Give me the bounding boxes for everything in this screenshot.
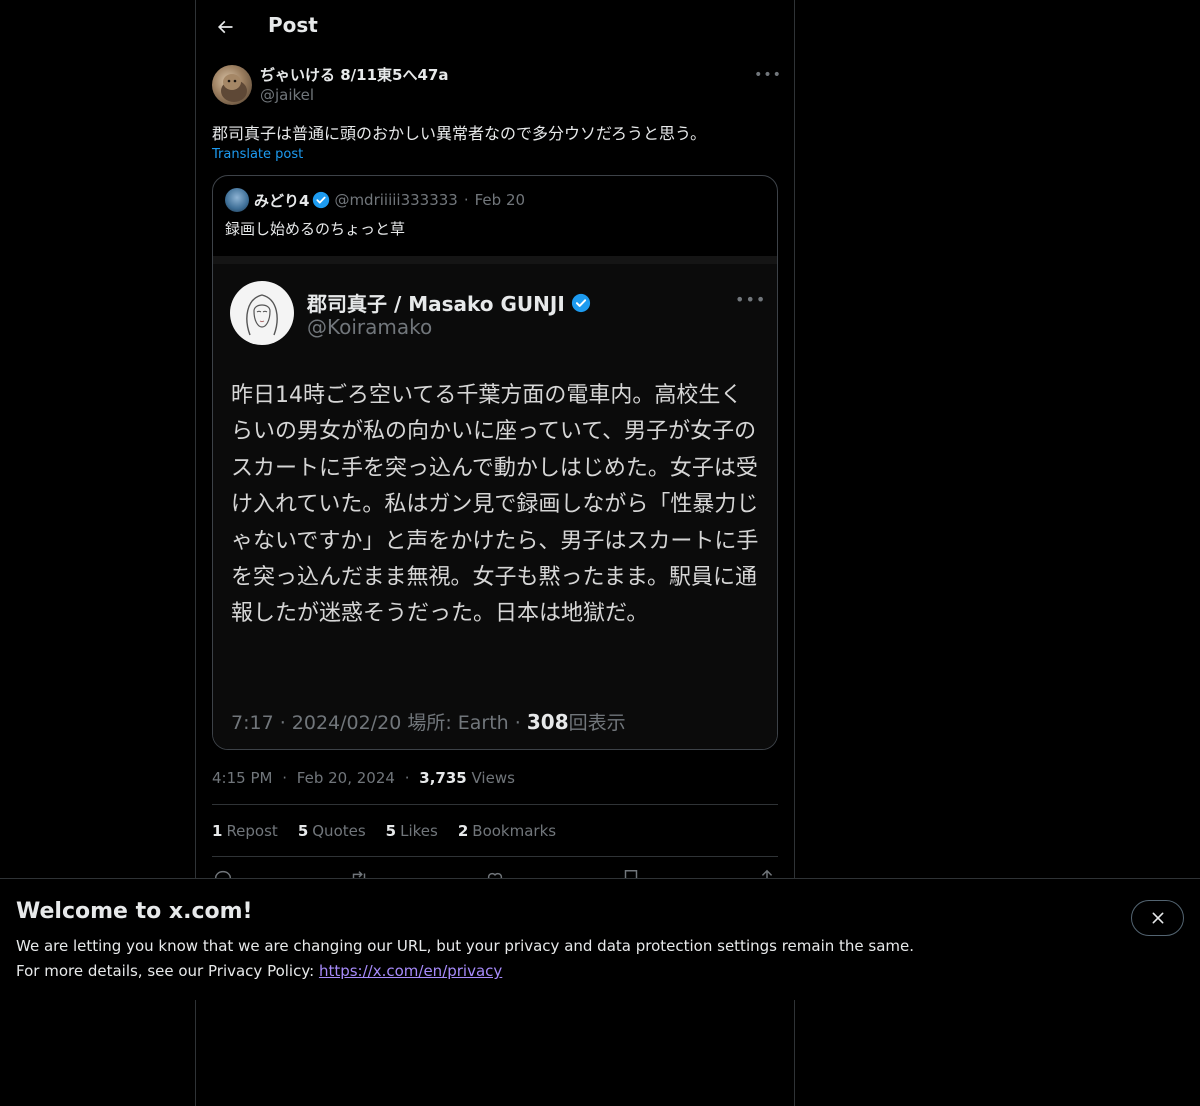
divider bbox=[212, 804, 778, 805]
views-count: 3,735 bbox=[419, 769, 467, 787]
post-date[interactable]: Feb 20, 2024 bbox=[297, 769, 395, 787]
quote-text: 録画し始めるのちょっと草 bbox=[225, 220, 406, 238]
banner-message: We are letting you know that we are chan… bbox=[16, 937, 915, 955]
banner-close-button[interactable] bbox=[1131, 900, 1184, 936]
stat-reposts[interactable]: 1 Repost bbox=[212, 822, 278, 840]
stat-quotes[interactable]: 5 Quotes bbox=[298, 822, 366, 840]
divider bbox=[212, 856, 778, 857]
embedded-screenshot-image[interactable]: 郡司真子 / Masako GUNJI @Koiramako ••• 昨日14時… bbox=[213, 256, 777, 749]
banner-title: Welcome to x.com! bbox=[16, 899, 253, 924]
post-time[interactable]: 4:15 PM bbox=[212, 769, 272, 787]
verified-badge-icon bbox=[571, 293, 590, 312]
author-avatar[interactable] bbox=[212, 65, 252, 105]
quoted-post[interactable]: みどり4 @mdriiiii333333 · Feb 20 録画し始めるのちょっ… bbox=[212, 175, 778, 750]
quote-author-handle[interactable]: @mdriiiii333333 bbox=[334, 191, 457, 209]
quote-avatar[interactable] bbox=[225, 188, 249, 212]
author-handle[interactable]: @jaikel bbox=[260, 86, 314, 104]
meta-separator: · bbox=[282, 769, 288, 787]
meta-separator: · bbox=[463, 191, 469, 209]
more-horizontal-icon: ••• bbox=[754, 67, 782, 83]
post-header: Post bbox=[196, 0, 794, 54]
banner-policy-line: For more details, see our Privacy Policy… bbox=[16, 962, 502, 980]
verified-badge-icon bbox=[313, 191, 330, 209]
page-title: Post bbox=[268, 13, 318, 37]
embedded-author-name-text: 郡司真子 / Masako GUNJI bbox=[307, 292, 565, 316]
quote-author-name[interactable]: みどり4 bbox=[254, 190, 309, 211]
quoted-post-header: みどり4 @mdriiiii333333 · Feb 20 bbox=[225, 188, 525, 212]
engagement-stats: 1 Repost 5 Quotes 5 Likes 2 Bookmarks bbox=[212, 822, 556, 840]
line-drawing-portrait-icon bbox=[246, 294, 278, 336]
arrow-left-icon bbox=[217, 20, 233, 34]
privacy-policy-link[interactable]: https://x.com/en/privacy bbox=[319, 962, 502, 980]
meta-separator: · bbox=[404, 769, 410, 787]
post-more-button[interactable]: ••• bbox=[754, 64, 782, 86]
url-change-banner: Welcome to x.com! We are letting you kno… bbox=[0, 878, 1200, 1000]
back-button[interactable] bbox=[208, 10, 242, 44]
author-name[interactable]: ぢゃいける 8/11東5へ47a bbox=[260, 64, 448, 85]
embedded-author-name: 郡司真子 / Masako GUNJI bbox=[307, 288, 595, 317]
more-horizontal-icon: ••• bbox=[735, 290, 767, 309]
post-text: 郡司真子は普通に頭のおかしい異常者なので多分ウソだろうと思う。 bbox=[212, 124, 707, 143]
quote-date[interactable]: Feb 20 bbox=[475, 191, 525, 209]
close-icon bbox=[1152, 912, 1163, 924]
stat-bookmarks[interactable]: 2 Bookmarks bbox=[458, 822, 556, 840]
post-timestamp: 4:15 PM · Feb 20, 2024 · 3,735 Views bbox=[212, 769, 515, 787]
banner-policy-text: For more details, see our Privacy Policy… bbox=[16, 962, 319, 980]
embedded-author-handle: @Koiramako bbox=[307, 315, 433, 339]
embedded-views-label: 回表示 bbox=[568, 712, 626, 734]
views-label: Views bbox=[471, 769, 515, 787]
embedded-views-count: 308 bbox=[526, 710, 569, 734]
cat-photo-icon bbox=[221, 74, 247, 102]
translate-post-link[interactable]: Translate post bbox=[212, 147, 303, 162]
embedded-meta: 7:17 · 2024/02/20 場所: Earth · bbox=[231, 712, 527, 734]
image-top-strip bbox=[213, 256, 777, 264]
stat-likes[interactable]: 5 Likes bbox=[386, 822, 438, 840]
embedded-post-footer: 7:17 · 2024/02/20 場所: Earth · 308回表示 bbox=[231, 708, 626, 735]
embedded-avatar bbox=[230, 281, 294, 345]
embedded-post-text: 昨日14時ごろ空いてる千葉方面の電車内。高校生くらいの男女が私の向かいに座ってい… bbox=[231, 383, 759, 627]
